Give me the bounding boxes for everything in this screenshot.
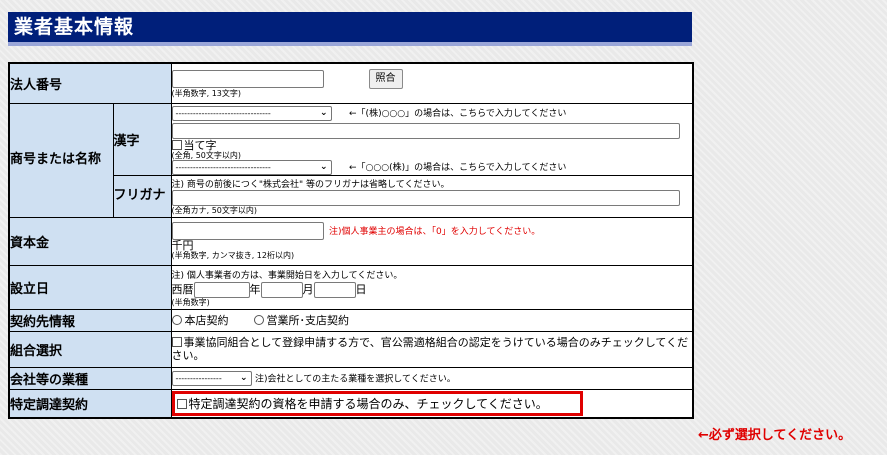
required-note: ←必ず選択してください。 bbox=[698, 428, 852, 443]
row-industry: 会社等の業種 ---------------- ⌄ 注)会社としての主たる業種を選… bbox=[8, 366, 694, 390]
head-office-radio[interactable] bbox=[171, 315, 182, 325]
chevron-down-icon: ⌄ bbox=[319, 161, 328, 172]
year-input[interactable] bbox=[193, 281, 250, 298]
suffix-note: ←「○○○(株)」の場合は、こちらで入力してください bbox=[349, 163, 567, 173]
trade-name-label: 商号または名称 bbox=[8, 102, 114, 218]
capital-hint: (半角数字, カンマ抜き, 12桁以内) bbox=[171, 251, 295, 260]
ateji-label: 当て字 bbox=[183, 138, 217, 152]
established-label: 設立日 bbox=[8, 264, 172, 310]
head-office-label: 本店契約 bbox=[184, 314, 229, 327]
verify-button[interactable]: 照合 bbox=[368, 68, 403, 89]
chevron-down-icon: ⌄ bbox=[239, 372, 248, 383]
industry-note: 注)会社としての主たる業種を選択してください。 bbox=[255, 374, 456, 384]
branch-office-label: 営業所･支店契約 bbox=[266, 314, 350, 327]
month-input[interactable] bbox=[260, 281, 303, 298]
branch-office-radio[interactable] bbox=[253, 315, 264, 325]
capital-unit: 千円 bbox=[171, 239, 194, 252]
ateji-checkbox[interactable] bbox=[171, 139, 182, 150]
industry-select[interactable]: ---------------- ⌄ bbox=[171, 370, 252, 386]
corp-number-input[interactable] bbox=[171, 69, 324, 88]
corp-number-label: 法人番号 bbox=[8, 62, 172, 104]
established-hint: (半角数字) bbox=[171, 297, 210, 307]
union-text: 事業協同組合として登録申請する方で、官公需適格組合の認定をうけている場合のみチェ… bbox=[171, 336, 689, 362]
row-trade-name-kanji: 商号または名称 漢字 -----------------------------… bbox=[8, 102, 694, 218]
specific-text: 特定調達契約の資格を申請する場合のみ、チェックしてください。 bbox=[188, 396, 548, 411]
capital-note: 注)個人事業主の場合は、「0」を入力してください。 bbox=[329, 227, 541, 237]
kanji-hint: (全角, 50文字以内) bbox=[171, 150, 242, 160]
company-name-input[interactable] bbox=[171, 122, 680, 139]
capital-input[interactable] bbox=[171, 222, 324, 240]
specific-highlight-box: 特定調達契約の資格を申請する場合のみ、チェックしてください。 bbox=[171, 390, 583, 416]
chevron-down-icon: ⌄ bbox=[319, 107, 328, 118]
capital-label: 資本金 bbox=[8, 216, 172, 266]
specific-label: 特定調達契約 bbox=[8, 388, 172, 418]
furigana-note: 注) 商号の前後につく"株式会社" 等のフリガナは省略してください。 bbox=[171, 180, 450, 190]
corp-number-hint: (半角数字, 13文字) bbox=[171, 88, 242, 98]
kanji-label: 漢字 bbox=[112, 102, 172, 176]
specific-checkbox[interactable] bbox=[176, 398, 187, 409]
month-unit: 月 bbox=[302, 282, 314, 296]
row-corp-number: 法人番号 照合 (半角数字, 13文字) bbox=[8, 62, 694, 104]
row-contract-info: 契約先情報 本店契約 営業所･支店契約 bbox=[8, 308, 694, 332]
vendor-info-table: 法人番号 照合 (半角数字, 13文字) 商号または名称 漢字 --------… bbox=[8, 62, 695, 419]
prefix-select[interactable]: --------------------------------- ⌄ bbox=[171, 105, 332, 121]
year-unit: 年 bbox=[249, 282, 261, 296]
row-specific-procurement: 特定調達契約 特定調達契約の資格を申請する場合のみ、チェックしてください。 bbox=[8, 388, 694, 418]
row-capital: 資本金 注)個人事業主の場合は、「0」を入力してください。 千円 (半角数字, … bbox=[8, 216, 694, 266]
furigana-hint: (全角カナ, 50文字以内) bbox=[171, 206, 258, 215]
era-label: 西暦 bbox=[171, 282, 194, 296]
suffix-select[interactable]: --------------------------------- ⌄ bbox=[171, 159, 332, 175]
furigana-label: フリガナ bbox=[112, 174, 172, 218]
section-title: 業者基本情報 bbox=[8, 12, 692, 46]
established-note: 注) 個人事業者の方は、事業開始日を入力してください。 bbox=[171, 270, 403, 281]
vendor-info-section: 業者基本情報 法人番号 照合 (半角数字, 13文字) 商号または名称 漢字 -… bbox=[8, 12, 695, 419]
day-unit: 日 bbox=[355, 282, 367, 296]
contract-info-label: 契約先情報 bbox=[8, 308, 172, 332]
row-union: 組合選択 事業協同組合として登録申請する方で、官公需適格組合の認定をうけている場… bbox=[8, 330, 694, 368]
union-checkbox[interactable] bbox=[171, 337, 182, 347]
industry-label: 会社等の業種 bbox=[8, 366, 172, 390]
union-label: 組合選択 bbox=[8, 330, 172, 368]
day-input[interactable] bbox=[313, 281, 356, 298]
furigana-input[interactable] bbox=[171, 190, 680, 206]
row-established: 設立日 注) 個人事業者の方は、事業開始日を入力してください。 西暦 年 月 日 (半… bbox=[8, 264, 694, 310]
prefix-note: ←「(株)○○○」の場合は、こちらで入力してください bbox=[349, 109, 567, 119]
